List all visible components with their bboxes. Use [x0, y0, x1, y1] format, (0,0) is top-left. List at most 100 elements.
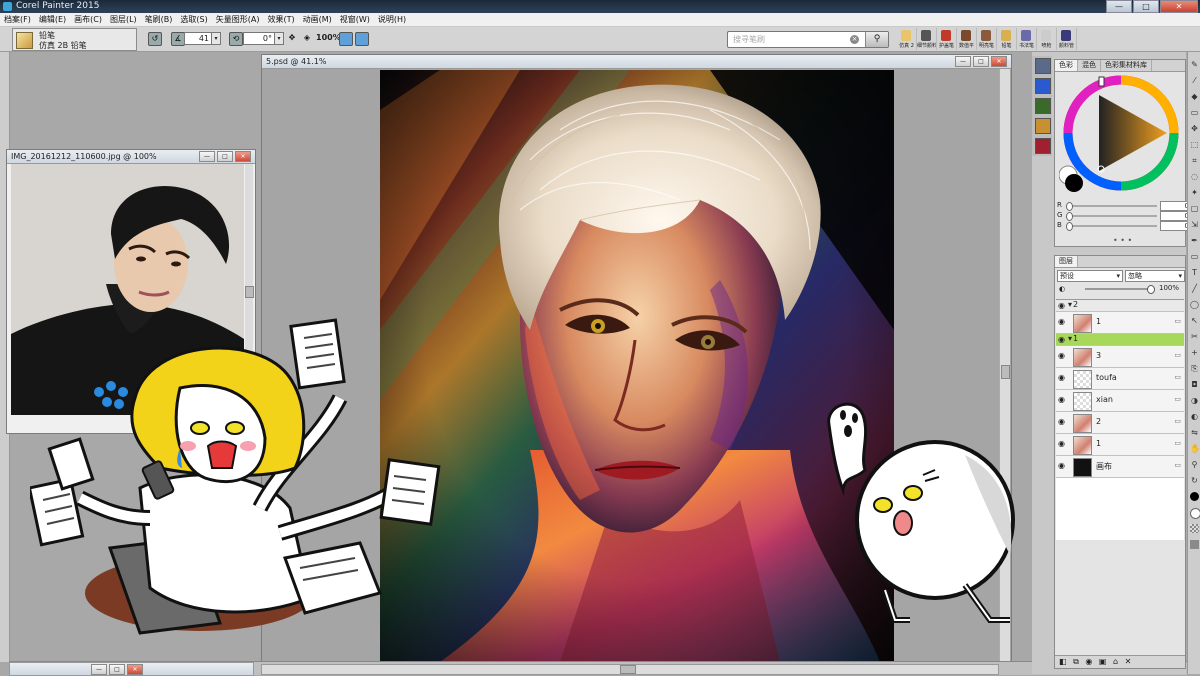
eye-icon[interactable]: ◉ — [1058, 301, 1068, 310]
layer-mask-icon[interactable]: ◉ — [1085, 657, 1092, 666]
paper-icon[interactable] — [1190, 524, 1199, 533]
panel-grip-icon[interactable]: • • • — [1113, 236, 1132, 245]
layer-row[interactable]: ◉ ▭ toufa — [1056, 368, 1184, 390]
opacity-knob[interactable] — [1147, 285, 1155, 294]
lasso-icon[interactable]: ◌ — [1190, 172, 1199, 181]
slider-r-value[interactable]: 0 — [1160, 201, 1190, 211]
minimized-minimize-button[interactable]: — — [91, 664, 107, 675]
rubber-stamp-icon[interactable]: ◘ — [1190, 380, 1199, 389]
eye-icon[interactable]: ◉ — [1058, 417, 1068, 426]
menu-brushes[interactable]: 笔刷(B) — [141, 14, 177, 25]
recent-brush-8[interactable]: 颜料管 — [1057, 28, 1077, 50]
layer-lock-icon[interactable]: ▭ — [1174, 417, 1181, 425]
layer-lock-icon[interactable]: ▭ — [1174, 373, 1181, 381]
swatch-red[interactable] — [1035, 138, 1051, 154]
layer-row[interactable]: ◉ ▭ 2 — [1056, 412, 1184, 434]
slider-r[interactable]: R 0 — [1057, 201, 1191, 211]
layer-lock-icon[interactable]: ▭ — [1174, 439, 1181, 447]
menu-select[interactable]: 选取(S) — [176, 14, 211, 25]
delete-layer-icon[interactable]: ✕ — [1125, 657, 1132, 666]
tab-color[interactable]: 色彩 — [1055, 60, 1078, 71]
slider-g[interactable]: G 0 — [1057, 211, 1191, 221]
dodge-icon[interactable]: ◑ — [1190, 396, 1199, 405]
slider-b-value[interactable]: 0 — [1160, 221, 1190, 231]
rotate-icon[interactable]: ◈ — [301, 32, 313, 44]
search-icon[interactable]: ⚲ — [865, 32, 888, 47]
angle-dropdown[interactable]: ▾ — [211, 32, 221, 45]
eye-icon[interactable]: ◉ — [1058, 439, 1068, 448]
canvas-scroll-thumb[interactable] — [1001, 365, 1010, 379]
dropper-tool-icon[interactable]: ⁄ — [1190, 76, 1199, 85]
canvas-close-button[interactable]: ✕ — [991, 56, 1007, 67]
swatch-blue[interactable] — [1035, 78, 1051, 94]
main-color-swatch[interactable] — [1190, 492, 1199, 501]
mirror-icon[interactable]: ⇋ — [1190, 428, 1199, 437]
tab-layers[interactable]: 图层 — [1055, 256, 1078, 267]
zoom-100-button[interactable]: 100% — [316, 33, 341, 42]
additional-color-swatch[interactable] — [1190, 508, 1200, 519]
pattern-icon[interactable] — [1190, 540, 1199, 549]
minimized-restore-button[interactable]: □ — [109, 664, 125, 675]
paint-bucket-icon[interactable]: ◆ — [1190, 92, 1199, 101]
menu-shapes[interactable]: 矢量图形(A) — [212, 14, 264, 25]
slider-g-value[interactable]: 0 — [1160, 211, 1190, 221]
canvas-hscroll-thumb[interactable] — [620, 665, 636, 674]
menu-help[interactable]: 说明(H) — [374, 14, 410, 25]
clear-search-icon[interactable]: × — [850, 35, 859, 44]
ellipse-icon[interactable]: ◯ — [1190, 300, 1199, 309]
eye-icon[interactable]: ◉ — [1058, 373, 1068, 382]
layer-adjuster-icon[interactable]: ✥ — [1190, 124, 1199, 133]
menu-file[interactable]: 档案(F) — [0, 14, 35, 25]
layer-row[interactable]: ◉ ▭ 画布 — [1056, 456, 1184, 478]
shape-select-icon[interactable]: ↖ — [1190, 316, 1199, 325]
minimized-close-button[interactable]: ✕ — [127, 664, 143, 675]
layer-lock-icon[interactable]: ▭ — [1174, 395, 1181, 403]
link-layers-icon[interactable]: ⧉ — [1073, 657, 1079, 666]
layer-row[interactable]: ◉ ▭ 3 — [1056, 346, 1184, 368]
rect-select-icon[interactable]: ▢ — [1190, 204, 1199, 213]
selection-adjuster-icon[interactable]: ⇲ — [1190, 220, 1199, 229]
eye-icon[interactable]: ◉ — [1058, 351, 1068, 360]
magnifier-icon[interactable]: ⚲ — [1190, 460, 1199, 469]
recent-brush-0[interactable]: 仿真 2 — [897, 28, 917, 50]
preserve-select[interactable]: 忽略 ▾ — [1125, 270, 1185, 282]
canvas-minimize-button[interactable]: — — [955, 56, 971, 67]
slider-r-knob[interactable] — [1066, 202, 1073, 211]
recent-brush-2[interactable]: 护盖笔 — [937, 28, 957, 50]
layer-group-row[interactable]: ◉ ▾ 1 — [1056, 334, 1184, 346]
menu-layers[interactable]: 图层(L) — [106, 14, 141, 25]
burn-icon[interactable]: ◐ — [1190, 412, 1199, 421]
minimize-button[interactable]: — — [1106, 0, 1132, 13]
color-wheel[interactable] — [1058, 73, 1181, 199]
close-button[interactable]: ✕ — [1160, 0, 1198, 13]
composite-method-select[interactable]: 预设 ▾ — [1057, 270, 1123, 282]
crop-icon[interactable]: ⌗ — [1190, 156, 1199, 165]
layer-row[interactable]: ◉ ▭ 1 — [1056, 312, 1184, 334]
recent-brush-6[interactable]: 书法笔 — [1017, 28, 1037, 50]
text-icon[interactable]: T — [1190, 268, 1199, 277]
swatch-gold[interactable] — [1035, 118, 1051, 134]
layer-lock-icon[interactable]: ▭ — [1174, 351, 1181, 359]
eye-icon[interactable]: ◉ — [1058, 317, 1068, 326]
recent-brush-5[interactable]: 铅笔 — [997, 28, 1017, 50]
slider-b-knob[interactable] — [1066, 222, 1073, 231]
shape-icon[interactable]: ▭ — [1190, 252, 1199, 261]
pen-icon[interactable]: ✒ — [1190, 236, 1199, 245]
maximize-button[interactable]: □ — [1133, 0, 1159, 13]
eye-icon[interactable]: ◉ — [1058, 395, 1068, 404]
menu-movie[interactable]: 动画(M) — [299, 14, 336, 25]
scissors-icon[interactable]: ✂ — [1190, 332, 1199, 341]
reference-minimize-button[interactable]: — — [199, 151, 215, 162]
tab-color-sets[interactable]: 色彩集材料库 — [1101, 60, 1152, 71]
brush-tool-icon[interactable]: ✎ — [1190, 60, 1199, 69]
reset-tool-icon[interactable]: ↺ — [148, 32, 162, 46]
magic-wand-icon[interactable]: ✦ — [1190, 188, 1199, 197]
brush-selector[interactable]: 铅笔 仿真 2B 铅笔 — [12, 28, 137, 51]
layer-row[interactable]: ◉ ▭ 1 — [1056, 434, 1184, 456]
group-expand-icon[interactable]: ▾ — [1068, 334, 1072, 343]
slider-g-knob[interactable] — [1066, 212, 1073, 221]
add-point-icon[interactable]: + — [1190, 348, 1199, 357]
move-icon[interactable]: ✥ — [286, 32, 298, 44]
layer-group-row[interactable]: ◉ ▾ 2 — [1056, 300, 1184, 312]
reference-restore-button[interactable]: □ — [217, 151, 233, 162]
